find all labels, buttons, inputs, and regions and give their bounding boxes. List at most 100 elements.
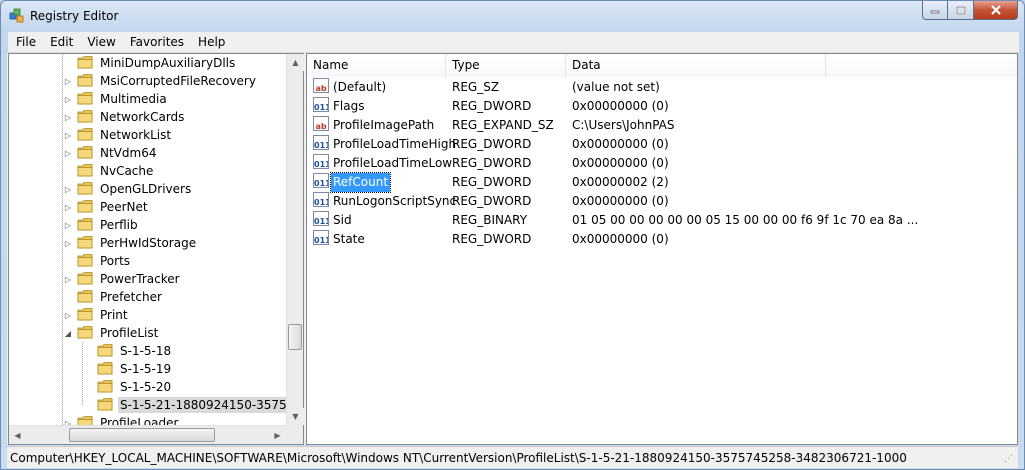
scroll-up-button[interactable]: ▲ <box>287 54 304 71</box>
tree-item[interactable]: ▷ NtVdm64 <box>63 144 158 162</box>
menu-file[interactable]: File <box>9 32 43 52</box>
key-tree-pane[interactable]: MiniDumpAuxiliaryDlls ▷ MsiCorruptedFileRe… <box>8 53 304 445</box>
menu-favorites[interactable]: Favorites <box>123 32 191 52</box>
tree-item[interactable]: ▷ PeerNet <box>63 198 150 216</box>
value-type: REG_EXPAND_SZ <box>452 118 554 132</box>
tree-vertical-scrollbar[interactable]: ▲ ▼ <box>286 54 304 425</box>
tree-item-label: Perflib <box>100 218 138 232</box>
tree-vertical-scroll-thumb[interactable] <box>288 324 302 350</box>
value-row[interactable]: 011 ProfileLoadTimeHighREG_DWORD 0x0000000… <box>307 135 1017 154</box>
title-bar[interactable]: Registry Editor <box>1 1 1024 31</box>
tree-item-label: PeerNet <box>100 200 148 214</box>
scroll-right-button[interactable]: ▶ <box>269 427 286 444</box>
tree-item[interactable]: ▷ PowerTracker <box>63 270 182 288</box>
value-name: ProfileLoadTimeHigh <box>333 137 457 151</box>
column-header-data[interactable]: Data <box>566 54 826 77</box>
maximize-button[interactable] <box>948 1 974 20</box>
close-icon <box>990 5 1001 15</box>
folder-icon <box>77 325 93 342</box>
value-data: 0x00000000 (0) <box>572 137 669 151</box>
arrow-right-icon: ▶ <box>274 431 281 440</box>
tree-item[interactable]: MiniDumpAuxiliaryDlls <box>63 54 237 72</box>
column-header-name[interactable]: Name <box>307 54 446 77</box>
tree-item[interactable]: ▷ Multimedia <box>63 90 169 108</box>
tree-item[interactable]: ▷ NetworkCards <box>63 108 186 126</box>
minimize-icon <box>930 10 940 14</box>
value-type: REG_SZ <box>452 80 500 94</box>
tree-item-label: MiniDumpAuxiliaryDlls <box>100 56 236 70</box>
expand-arrow-icon[interactable]: ▷ <box>63 270 73 288</box>
value-row[interactable]: 011 Sid REG_BINARY 01 05 00 00 00 00 00 05 … <box>307 211 1017 230</box>
expand-arrow-icon[interactable]: ▷ <box>63 90 73 108</box>
resize-grip-icon[interactable]: ⋰ <box>1004 454 1016 466</box>
tree-item-label: NetworkCards <box>100 110 185 124</box>
value-row[interactable]: ab (Default) REG_SZ (value not set) <box>307 78 1017 97</box>
tree-item-label: S-1-5-19 <box>120 362 172 376</box>
scroll-left-button[interactable]: ◀ <box>9 427 26 444</box>
folder-icon <box>77 163 93 180</box>
tree-item-label: S-1-5-20 <box>120 380 172 394</box>
value-type: REG_DWORD <box>452 194 532 208</box>
values-list-pane[interactable]: Name Type Data ab (Default) REG_SZ (value n… <box>306 53 1018 445</box>
tree-item[interactable]: ▷ MsiCorruptedFileRecovery <box>63 72 258 90</box>
menu-view[interactable]: View <box>80 32 122 52</box>
tree-item[interactable]: ▷ Print <box>63 306 130 324</box>
value-row[interactable]: 011 State REG_DWORD 0x00000000 (0) <box>307 230 1017 249</box>
folder-icon <box>77 91 93 108</box>
value-row[interactable]: 011 Flags REG_DWORD 0x00000000 (0) <box>307 97 1017 116</box>
close-button[interactable] <box>974 1 1018 20</box>
tree-item[interactable]: S-1-5-18 <box>83 342 173 360</box>
expand-arrow-icon[interactable]: ▷ <box>63 108 73 126</box>
tree-item[interactable]: ▷ OpenGLDrivers <box>63 180 193 198</box>
window-title: Registry Editor <box>30 9 119 23</box>
tree-item[interactable]: S-1-5-20 <box>83 378 173 396</box>
expand-arrow-icon[interactable]: ▷ <box>63 414 73 426</box>
scroll-down-button[interactable]: ▼ <box>287 408 304 425</box>
minimize-button[interactable] <box>922 1 948 20</box>
tree-item[interactable]: ▷ NetworkList <box>63 126 173 144</box>
tree-item-label: S-1-5-21-1880924150-3575745258 <box>118 397 286 413</box>
value-name: (Default) <box>333 80 387 94</box>
expand-arrow-icon[interactable]: ▷ <box>63 126 73 144</box>
expand-arrow-icon[interactable]: ▷ <box>63 72 73 90</box>
binary-value-icon: 011 <box>313 211 329 226</box>
value-name: ProfileLoadTimeLow <box>333 156 453 170</box>
tree-horizontal-scroll-thumb[interactable] <box>69 428 215 442</box>
value-name: ProfileImagePath <box>333 118 435 132</box>
tree-item[interactable]: Prefetcher <box>63 288 164 306</box>
expand-arrow-icon[interactable]: ▷ <box>63 180 73 198</box>
tree-item[interactable]: ▷ PerHwIdStorage <box>63 234 198 252</box>
binary-value-icon: 011 <box>313 230 329 245</box>
value-row[interactable]: ab ProfileImagePath REG_EXPAND_SZ C:\Users\… <box>307 116 1017 135</box>
tree-item[interactable]: ▷ Perflib <box>63 216 140 234</box>
tree-item[interactable]: S-1-5-19 <box>83 360 173 378</box>
tree-horizontal-scrollbar[interactable]: ◀ ▶ <box>9 425 286 444</box>
folder-icon <box>77 109 93 126</box>
expand-arrow-icon[interactable]: ▷ <box>63 234 73 252</box>
expand-arrow-icon[interactable]: ▷ <box>63 144 73 162</box>
tree-item[interactable]: Ports <box>63 252 132 270</box>
folder-icon <box>77 217 93 234</box>
value-data: 01 05 00 00 00 00 00 05 15 00 00 00 f6 9… <box>572 213 919 227</box>
value-row[interactable]: 011 RunLogonScriptSyncREG_DWORD 0x00000000… <box>307 192 1017 211</box>
menu-help[interactable]: Help <box>191 32 232 52</box>
value-row[interactable]: 011 ProfileLoadTimeLowREG_DWORD 0x00000000… <box>307 154 1017 173</box>
value-row[interactable]: 011RefCount REG_DWORD 0x00000002 (2) <box>307 172 1017 193</box>
tree-item[interactable]: ▷ ProfileLoader <box>63 414 180 425</box>
value-data: 0x00000000 (0) <box>572 99 669 113</box>
expand-arrow-icon[interactable]: ▷ <box>63 216 73 234</box>
value-data: 0x00000000 (0) <box>572 232 669 246</box>
tree-item-label: Print <box>100 308 128 322</box>
binary-value-icon: 011 <box>313 97 329 112</box>
expand-arrow-icon[interactable]: ▷ <box>63 306 73 324</box>
tree-item-label: NtVdm64 <box>100 146 157 160</box>
column-header-type[interactable]: Type <box>446 54 566 77</box>
collapse-arrow-icon[interactable]: ◢ <box>63 324 73 342</box>
tree-item[interactable]: ◢ ProfileList <box>63 324 160 342</box>
expand-arrow-icon[interactable]: ▷ <box>63 198 73 216</box>
tree-item[interactable]: S-1-5-21-1880924150-3575745258 <box>83 396 286 414</box>
tree-item[interactable]: NvCache <box>63 162 155 180</box>
menu-edit[interactable]: Edit <box>43 32 80 52</box>
